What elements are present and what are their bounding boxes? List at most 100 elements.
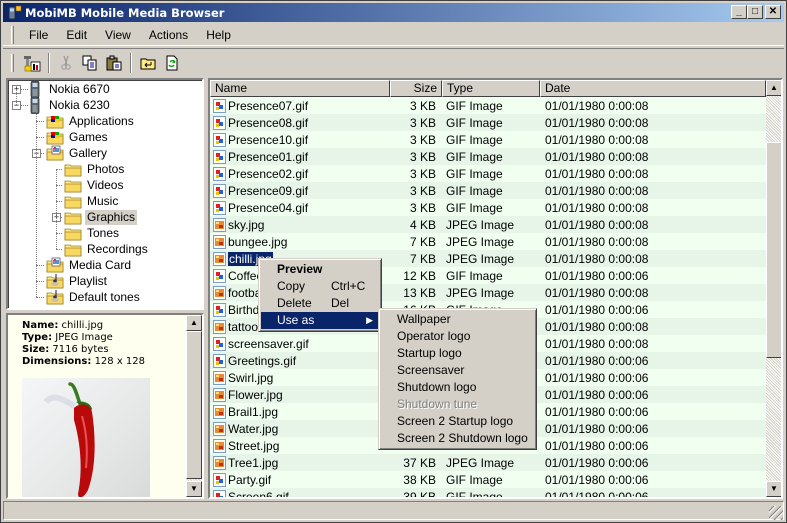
- tree-node-gallery[interactable]: Gallery: [46, 145, 109, 161]
- tree-connector: [56, 169, 57, 249]
- list-row[interactable]: Presence07.gif 3 KB GIF Image 01/01/1980 0:…: [210, 97, 766, 114]
- submenu-item-screen-2-startup-logo[interactable]: Screen 2 Startup logo: [381, 413, 534, 430]
- folder-icon: [64, 209, 82, 225]
- submenu-item-startup-logo[interactable]: Startup logo: [381, 345, 534, 362]
- cell-size: 3 KB: [409, 166, 436, 181]
- phone-properties-button[interactable]: [20, 52, 43, 74]
- tree-node-nokia-6230[interactable]: Nokia 6230: [30, 96, 112, 114]
- column-header-size[interactable]: Size: [390, 80, 442, 97]
- jpeg-file-icon: [213, 234, 226, 249]
- menu-view[interactable]: View: [96, 26, 140, 44]
- menu-actions[interactable]: Actions: [140, 26, 197, 44]
- submenu-item-shutdown-logo[interactable]: Shutdown logo: [381, 379, 534, 396]
- tree-node-games[interactable]: Games: [46, 129, 110, 145]
- image-preview: [22, 378, 150, 497]
- submenu-item-screen-2-shutdown-logo[interactable]: Screen 2 Shutdown logo: [381, 430, 534, 447]
- list-scroll-thumb[interactable]: [766, 142, 781, 358]
- jpeg-file-icon: [213, 421, 226, 436]
- tree-node-media-card[interactable]: Media Card: [46, 257, 133, 273]
- cell-size: 37 KB: [403, 455, 436, 470]
- tree-connector: [36, 121, 44, 122]
- submenu-item-operator-logo[interactable]: Operator logo: [381, 328, 534, 345]
- file-name: Brail1.jpg: [228, 404, 279, 419]
- minimize-button[interactable]: _: [731, 5, 747, 19]
- toolbar-grip[interactable]: [11, 53, 14, 72]
- column-header-name[interactable]: Name: [210, 80, 390, 97]
- list-row[interactable]: Tree1.jpg 37 KB JPEG Image 01/01/1980 0:00:…: [210, 454, 766, 471]
- cell-name: Presence09.gif: [210, 183, 390, 198]
- cell-date: 01/01/1980 0:00:06: [545, 370, 649, 385]
- tree-node-recordings[interactable]: Recordings: [64, 241, 150, 257]
- list-row[interactable]: sky.jpg 4 KB JPEG Image 01/01/1980 0:00:08: [210, 216, 766, 233]
- cell-type: GIF Image: [446, 149, 503, 164]
- menubar-grip[interactable]: [11, 25, 14, 44]
- jpeg-file-icon: [213, 217, 226, 232]
- list-row[interactable]: Presence08.gif 3 KB GIF Image 01/01/1980 0:…: [210, 114, 766, 131]
- device-tree[interactable]: Nokia 6670 + Nokia 6230− Applications Games G…: [6, 78, 204, 310]
- list-row[interactable]: Presence02.gif 3 KB GIF Image 01/01/1980 0:…: [210, 165, 766, 182]
- info-scrollbar[interactable]: ▲ ▼: [186, 315, 202, 497]
- list-scrollbar[interactable]: ▲ ▼: [766, 80, 781, 497]
- list-row[interactable]: Presence04.gif 3 KB GIF Image 01/01/1980 0:…: [210, 199, 766, 216]
- menu-item-label: Delete: [277, 296, 312, 310]
- tree-node-applications[interactable]: Applications: [46, 113, 136, 129]
- tree-connector: [56, 249, 62, 250]
- menu-item-copy[interactable]: Copy Ctrl+C: [261, 278, 379, 295]
- tree-node-tones[interactable]: Tones: [64, 225, 121, 241]
- maximize-button[interactable]: □: [747, 5, 763, 19]
- column-header-type[interactable]: Type: [442, 80, 540, 97]
- info-scroll-thumb[interactable]: [186, 331, 202, 479]
- submenu-item-screensaver[interactable]: Screensaver: [381, 362, 534, 379]
- menu-help[interactable]: Help: [197, 26, 240, 44]
- tree-node-default-tones[interactable]: Default tones: [46, 289, 142, 305]
- title-bar[interactable]: MobiMB Mobile Media Browser _ □ ✕: [3, 3, 784, 22]
- scroll-down-icon: ▼: [190, 484, 198, 493]
- list-row[interactable]: Presence09.gif 3 KB GIF Image 01/01/1980 0:…: [210, 182, 766, 199]
- menu-item-preview[interactable]: Preview: [261, 261, 379, 278]
- file-name: bungee.jpg: [228, 234, 288, 249]
- info-scroll-up-button[interactable]: ▲: [186, 315, 202, 331]
- copy-icon: [82, 55, 96, 70]
- tree-node-music[interactable]: Music: [64, 193, 120, 209]
- jpeg-file-icon: [213, 251, 226, 266]
- column-header-date[interactable]: Date: [540, 80, 766, 97]
- cell-date: 01/01/1980 0:00:06: [545, 455, 649, 470]
- close-button[interactable]: ✕: [765, 5, 781, 19]
- resize-grip[interactable]: [769, 506, 783, 520]
- cut-button[interactable]: [54, 52, 77, 74]
- refresh-button[interactable]: [160, 52, 183, 74]
- cell-type: JPEG Image: [446, 217, 515, 232]
- cell-type: GIF Image: [446, 115, 503, 130]
- tree-node-playlist[interactable]: Playlist: [46, 273, 109, 289]
- up-folder-button[interactable]: [136, 52, 159, 74]
- tree-node-label: Default tones: [69, 289, 140, 304]
- status-bar: [3, 501, 784, 521]
- list-scroll-down-button[interactable]: ▼: [766, 481, 781, 497]
- cell-type: GIF Image: [446, 166, 503, 181]
- list-row[interactable]: Presence01.gif 3 KB GIF Image 01/01/1980 0:…: [210, 148, 766, 165]
- info-scroll-down-button[interactable]: ▼: [186, 481, 202, 497]
- cell-date: 01/01/1980 0:00:06: [545, 438, 649, 453]
- music-folder-icon: [46, 289, 64, 305]
- list-row[interactable]: Presence10.gif 3 KB GIF Image 01/01/1980 0:…: [210, 131, 766, 148]
- menu-edit[interactable]: Edit: [57, 26, 96, 44]
- tree-node-graphics[interactable]: Graphics: [64, 209, 138, 225]
- paste-button[interactable]: [102, 52, 125, 74]
- tree-node-nokia-6670[interactable]: Nokia 6670: [30, 80, 112, 98]
- copy-button[interactable]: [78, 52, 101, 74]
- tree-node-photos[interactable]: Photos: [64, 161, 126, 177]
- cell-date: 01/01/1980 0:00:08: [545, 319, 649, 334]
- folder-icon: [64, 225, 82, 241]
- list-scroll-up-button[interactable]: ▲: [766, 80, 781, 96]
- file-name: Tree1.jpg: [228, 455, 279, 470]
- menu-item-use-as[interactable]: Use as ▶: [261, 312, 379, 329]
- submenu-item-wallpaper[interactable]: Wallpaper: [381, 311, 534, 328]
- tree-node-videos[interactable]: Videos: [64, 177, 125, 193]
- menu-file[interactable]: File: [20, 26, 57, 44]
- menu-item-delete[interactable]: Delete Del: [261, 295, 379, 312]
- scroll-up-icon: ▲: [190, 318, 198, 327]
- cell-size: 3 KB: [409, 98, 436, 113]
- list-row[interactable]: Party.gif 38 KB GIF Image 01/01/1980 0:00:0…: [210, 471, 766, 488]
- list-row[interactable]: Screen6.gif 39 KB GIF Image 01/01/1980 0:00…: [210, 488, 766, 497]
- list-row[interactable]: bungee.jpg 7 KB JPEG Image 01/01/1980 0:00:…: [210, 233, 766, 250]
